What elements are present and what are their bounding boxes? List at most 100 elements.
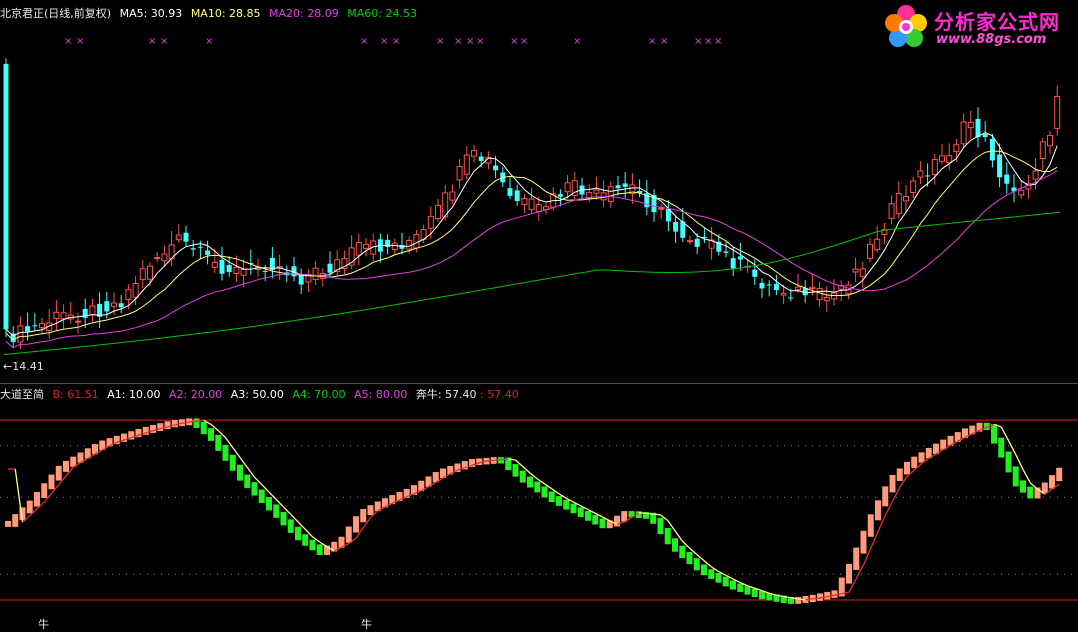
- candle-body-145: [1047, 135, 1053, 147]
- candle-body-50: [363, 243, 369, 249]
- candle-body-134: [967, 121, 974, 129]
- indicator-bar-79: [577, 507, 584, 518]
- stock-title: 北京君正(日线,前复权): [0, 7, 112, 20]
- indicator-bar-141: [1027, 486, 1034, 499]
- candle-body-143: [1032, 170, 1039, 180]
- candle-body-70: [507, 188, 513, 196]
- watermark-title: 分析家公式网: [934, 10, 1060, 34]
- indicator-bar-137: [998, 437, 1005, 458]
- indicator-bar-47: [345, 526, 352, 543]
- indicator-bar-40: [295, 526, 301, 541]
- candle-body-138: [997, 154, 1003, 178]
- indicator-bar-119: [867, 514, 874, 537]
- top-marker-19: ×: [714, 36, 722, 47]
- candle-body-31: [226, 264, 232, 272]
- top-marker-6: ×: [380, 36, 388, 47]
- candle-body-102: [737, 256, 743, 260]
- watermark-logo: 分析家公式网 www.88gs.com: [878, 2, 1076, 54]
- candle-body-131: [946, 155, 953, 163]
- candle-body-130: [939, 155, 945, 162]
- indicator-bar-125: [911, 456, 918, 468]
- candle-body-105: [759, 282, 765, 289]
- a1-legend: A1: 10.00: [107, 388, 161, 401]
- top-marker-4: ×: [205, 36, 213, 47]
- indicator-bar-93: [679, 545, 686, 558]
- candle-body-129: [931, 158, 938, 176]
- indicator-bar-0: [5, 520, 11, 527]
- candle-body-133: [960, 121, 967, 145]
- signal-line-seg-88: [638, 512, 647, 514]
- candle-body-45: [327, 263, 333, 273]
- candle-body-109: [788, 297, 794, 299]
- a4-legend: A4: 70.00: [292, 388, 346, 401]
- indicator-bar-101: [737, 583, 744, 593]
- candle-body-93: [673, 222, 679, 232]
- ma10-line: [5, 150, 1058, 341]
- signal-line-seg-90: [653, 513, 661, 516]
- indicator-bar-121: [882, 486, 889, 507]
- indicator-bar-144: [1049, 475, 1055, 489]
- candle-body-63: [456, 166, 463, 181]
- indicator-bar-33: [244, 474, 251, 489]
- indicator-bar-4: [34, 491, 40, 507]
- signal-line-seg-112: [812, 597, 821, 600]
- indicator-bar-126: [918, 452, 925, 463]
- candle-body-65: [471, 149, 477, 157]
- indicator-bar-41: [302, 534, 309, 546]
- indicator-bar-30: [222, 444, 229, 461]
- indicator-bar-139: [1012, 466, 1019, 487]
- indicator-bar-5: [41, 483, 48, 498]
- indicator-bar-75: [548, 491, 555, 503]
- indicator-bar-81: [592, 514, 599, 525]
- candle-body-108: [780, 292, 787, 296]
- indicator-bar-123: [896, 468, 903, 481]
- indicator-bar-102: [744, 586, 751, 595]
- candle-body-14: [104, 301, 110, 312]
- indicator-bar-104: [759, 591, 765, 600]
- candle-body-126: [910, 180, 917, 194]
- candle-body-135: [975, 118, 981, 138]
- indicator-bar-38: [280, 511, 287, 526]
- indicator-bar-27: [200, 421, 207, 435]
- candle-body-43: [312, 267, 319, 280]
- candle-body-114: [823, 296, 830, 302]
- indicator-bar-145: [1056, 467, 1063, 482]
- signal-line-seg-110: [798, 598, 806, 601]
- candle-body-59: [427, 215, 434, 229]
- indicator-bar-143: [1041, 482, 1048, 494]
- indicator-bar-98: [715, 572, 722, 583]
- candle-body-30: [219, 259, 225, 274]
- indicator-bar-90: [657, 517, 664, 535]
- indicator-bar-48: [353, 516, 359, 533]
- indicator-bar-113: [824, 591, 831, 600]
- low-price-marker: ←14.41: [3, 360, 44, 373]
- indicator-bar-43: [316, 544, 323, 556]
- indicator-bar-50: [367, 505, 374, 515]
- indicator-bar-120: [875, 500, 881, 521]
- candle-body-86: [622, 183, 628, 187]
- indicator-title: 大道至简: [0, 388, 44, 401]
- indicator-bar-84: [614, 515, 620, 527]
- candle-body-146: [1054, 96, 1061, 129]
- indicator-bar-138: [1005, 451, 1012, 473]
- indicator-bar-37: [273, 504, 280, 518]
- candle-body-57: [413, 234, 420, 249]
- candle-body-19: [139, 268, 146, 280]
- candle-body-5: [39, 323, 45, 329]
- candle-body-120: [867, 243, 873, 259]
- indicator-bar-109: [795, 596, 802, 604]
- signal-line-seg-68: [493, 459, 502, 462]
- indicator-bar-7: [55, 465, 62, 481]
- candle-body-73: [528, 198, 535, 211]
- candle-body-91: [658, 207, 665, 210]
- top-marker-13: ×: [520, 36, 528, 47]
- candle-body-95: [687, 240, 693, 243]
- flower-logo-icon: [885, 5, 927, 47]
- top-marker-2: ×: [148, 36, 156, 47]
- indicator-bar-114: [831, 590, 838, 598]
- candle-body-106: [766, 284, 772, 286]
- a3-legend: A3: 50.00: [230, 388, 284, 401]
- top-marker-7: ×: [392, 36, 400, 47]
- indicator-bar-94: [686, 551, 693, 565]
- candle-body-36: [262, 270, 268, 272]
